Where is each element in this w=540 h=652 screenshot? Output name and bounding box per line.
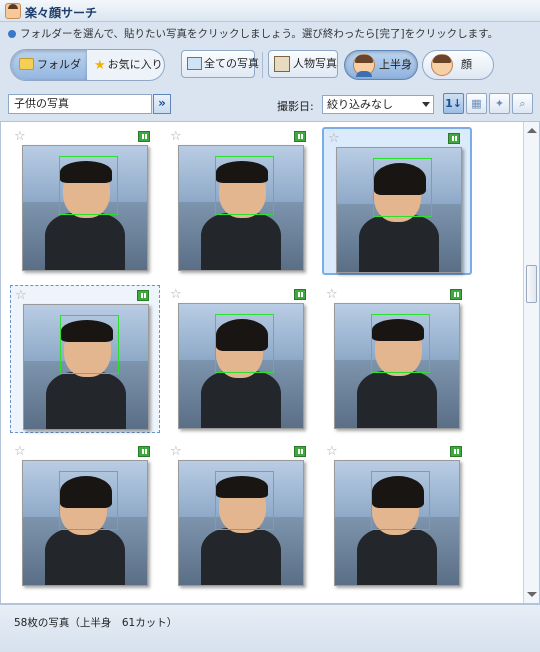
- upper-body-icon: [353, 54, 375, 77]
- photo-image: [178, 460, 304, 586]
- photo-image: [334, 303, 460, 429]
- face-detection-box: [214, 470, 275, 531]
- source-tab-switch: フォルダー ★お気に入り: [10, 49, 165, 81]
- vertical-scrollbar[interactable]: [523, 122, 539, 603]
- person-badge-icon: [450, 446, 462, 457]
- photo-thumbnail[interactable]: ☆: [166, 285, 316, 433]
- star-icon: ★: [94, 58, 106, 73]
- all-photos-button[interactable]: 全ての写真: [181, 50, 259, 78]
- person-photos-label: 人物写真: [293, 57, 337, 70]
- face-button[interactable]: 顔: [422, 50, 494, 80]
- face-detection-box: [214, 155, 275, 216]
- photo-person-body: [201, 212, 281, 270]
- person-photos-button[interactable]: 人物写真: [268, 50, 338, 78]
- photo-person-body: [45, 527, 125, 585]
- zoom-button[interactable]: ⌕: [512, 93, 533, 114]
- photo-person-body: [46, 371, 126, 429]
- face-detection-box: [370, 470, 431, 531]
- photo-thumbnail[interactable]: ☆: [322, 127, 472, 275]
- photo-thumbnail[interactable]: ☆: [166, 127, 316, 275]
- sort-order-button[interactable]: 1↓: [443, 93, 464, 114]
- favorite-star-icon[interactable]: ☆: [15, 289, 27, 302]
- photo-thumbnail[interactable]: ☆: [322, 442, 472, 590]
- photo-person-body: [201, 527, 281, 585]
- picture-icon: [187, 57, 202, 70]
- browse-folder-button[interactable]: »: [153, 94, 171, 114]
- photo-image: [334, 460, 460, 586]
- face-detection-box: [58, 470, 119, 531]
- photo-thumbnail[interactable]: ☆: [166, 442, 316, 590]
- face-icon: [431, 54, 453, 76]
- person-badge-icon: [294, 289, 306, 300]
- app-title: 楽々顔サーチ: [25, 6, 98, 20]
- face-detection-box: [214, 313, 275, 374]
- person-badge-icon: [294, 131, 306, 142]
- face-detection-box: [370, 313, 431, 374]
- status-text: 58枚の写真（上半身 61カット）: [14, 617, 178, 629]
- folder-icon: [19, 58, 34, 70]
- face-detection-box: [58, 155, 119, 216]
- photo-person-body: [357, 527, 437, 585]
- title-bar: 楽々顔サーチ: [0, 0, 540, 22]
- date-filter-value: 絞り込みなし: [327, 98, 393, 111]
- group-button[interactable]: ▦: [466, 93, 487, 114]
- status-bar: 58枚の写真（上半身 61カット）: [0, 604, 540, 652]
- photo-grid: ☆ ☆ ☆ ☆ ☆ ☆ ☆ ☆ ☆: [0, 121, 540, 604]
- tab-favorites[interactable]: ★ お気に入り: [88, 50, 164, 80]
- person-badge-icon: [138, 131, 150, 142]
- photo-image: [336, 147, 462, 273]
- photo-person-body: [45, 212, 125, 270]
- instruction-text: フォルダーを選んで、貼りたい写真をクリックしましょう。選び終わったら[完了]をク…: [0, 26, 540, 42]
- photo-image: [22, 460, 148, 586]
- effect-button[interactable]: ✦: [489, 93, 510, 114]
- favorite-star-icon[interactable]: ☆: [326, 445, 338, 458]
- photo-thumbnail[interactable]: ☆: [10, 442, 160, 590]
- date-label: 撮影日:: [277, 100, 314, 113]
- photo-thumbnail[interactable]: ☆: [322, 285, 472, 433]
- favorite-star-icon[interactable]: ☆: [170, 445, 182, 458]
- person-badge-icon: [137, 290, 149, 301]
- favorite-star-icon[interactable]: ☆: [328, 132, 340, 145]
- tab-folder[interactable]: フォルダー: [11, 50, 87, 80]
- date-filter-select[interactable]: 絞り込みなし: [322, 95, 434, 114]
- photo-person-body: [359, 214, 439, 272]
- tab-favorites-label: お気に入り: [107, 58, 163, 71]
- upper-body-button[interactable]: 上半身: [344, 50, 418, 80]
- scroll-down-icon[interactable]: [527, 592, 537, 597]
- app-face-icon: [5, 3, 21, 19]
- upper-body-label: 上半身: [379, 58, 412, 71]
- photo-image: [22, 145, 148, 271]
- scrollbar-thumb[interactable]: [526, 265, 537, 303]
- favorite-star-icon[interactable]: ☆: [170, 130, 182, 143]
- photo-person-body: [357, 370, 437, 428]
- toolbar-divider: [262, 52, 263, 78]
- face-detection-box: [372, 157, 433, 218]
- favorite-star-icon[interactable]: ☆: [170, 288, 182, 301]
- dropdown-arrow-icon: [422, 102, 430, 107]
- photo-person-body: [201, 370, 281, 428]
- person-badge-icon: [294, 446, 306, 457]
- person-badge-icon: [138, 446, 150, 457]
- person-photo-icon: [274, 56, 290, 72]
- favorite-star-icon[interactable]: ☆: [14, 130, 26, 143]
- favorite-star-icon[interactable]: ☆: [14, 445, 26, 458]
- instruction-label: フォルダーを選んで、貼りたい写真をクリックしましょう。選び終わったら[完了]をク…: [20, 28, 499, 40]
- face-label: 顔: [461, 58, 472, 71]
- photo-image: [178, 145, 304, 271]
- photo-image: [23, 304, 149, 430]
- photo-thumbnail[interactable]: ☆: [10, 285, 160, 433]
- folder-name-field[interactable]: 子供の写真: [8, 94, 152, 114]
- filter-bar: 子供の写真 » 撮影日: 絞り込みなし 1↓ ▦ ✦ ⌕: [0, 92, 540, 116]
- person-badge-icon: [450, 289, 462, 300]
- face-detection-box: [59, 314, 120, 375]
- photo-image: [178, 303, 304, 429]
- person-badge-icon: [448, 133, 460, 144]
- toolbar: フォルダー ★お気に入り 全ての写真 人物写真 上半身 顔: [0, 44, 540, 88]
- photo-thumbnail[interactable]: ☆: [10, 127, 160, 275]
- info-bullet-icon: [8, 30, 16, 38]
- all-photos-label: 全ての写真: [204, 57, 259, 70]
- favorite-star-icon[interactable]: ☆: [326, 288, 338, 301]
- scroll-up-icon[interactable]: [527, 128, 537, 133]
